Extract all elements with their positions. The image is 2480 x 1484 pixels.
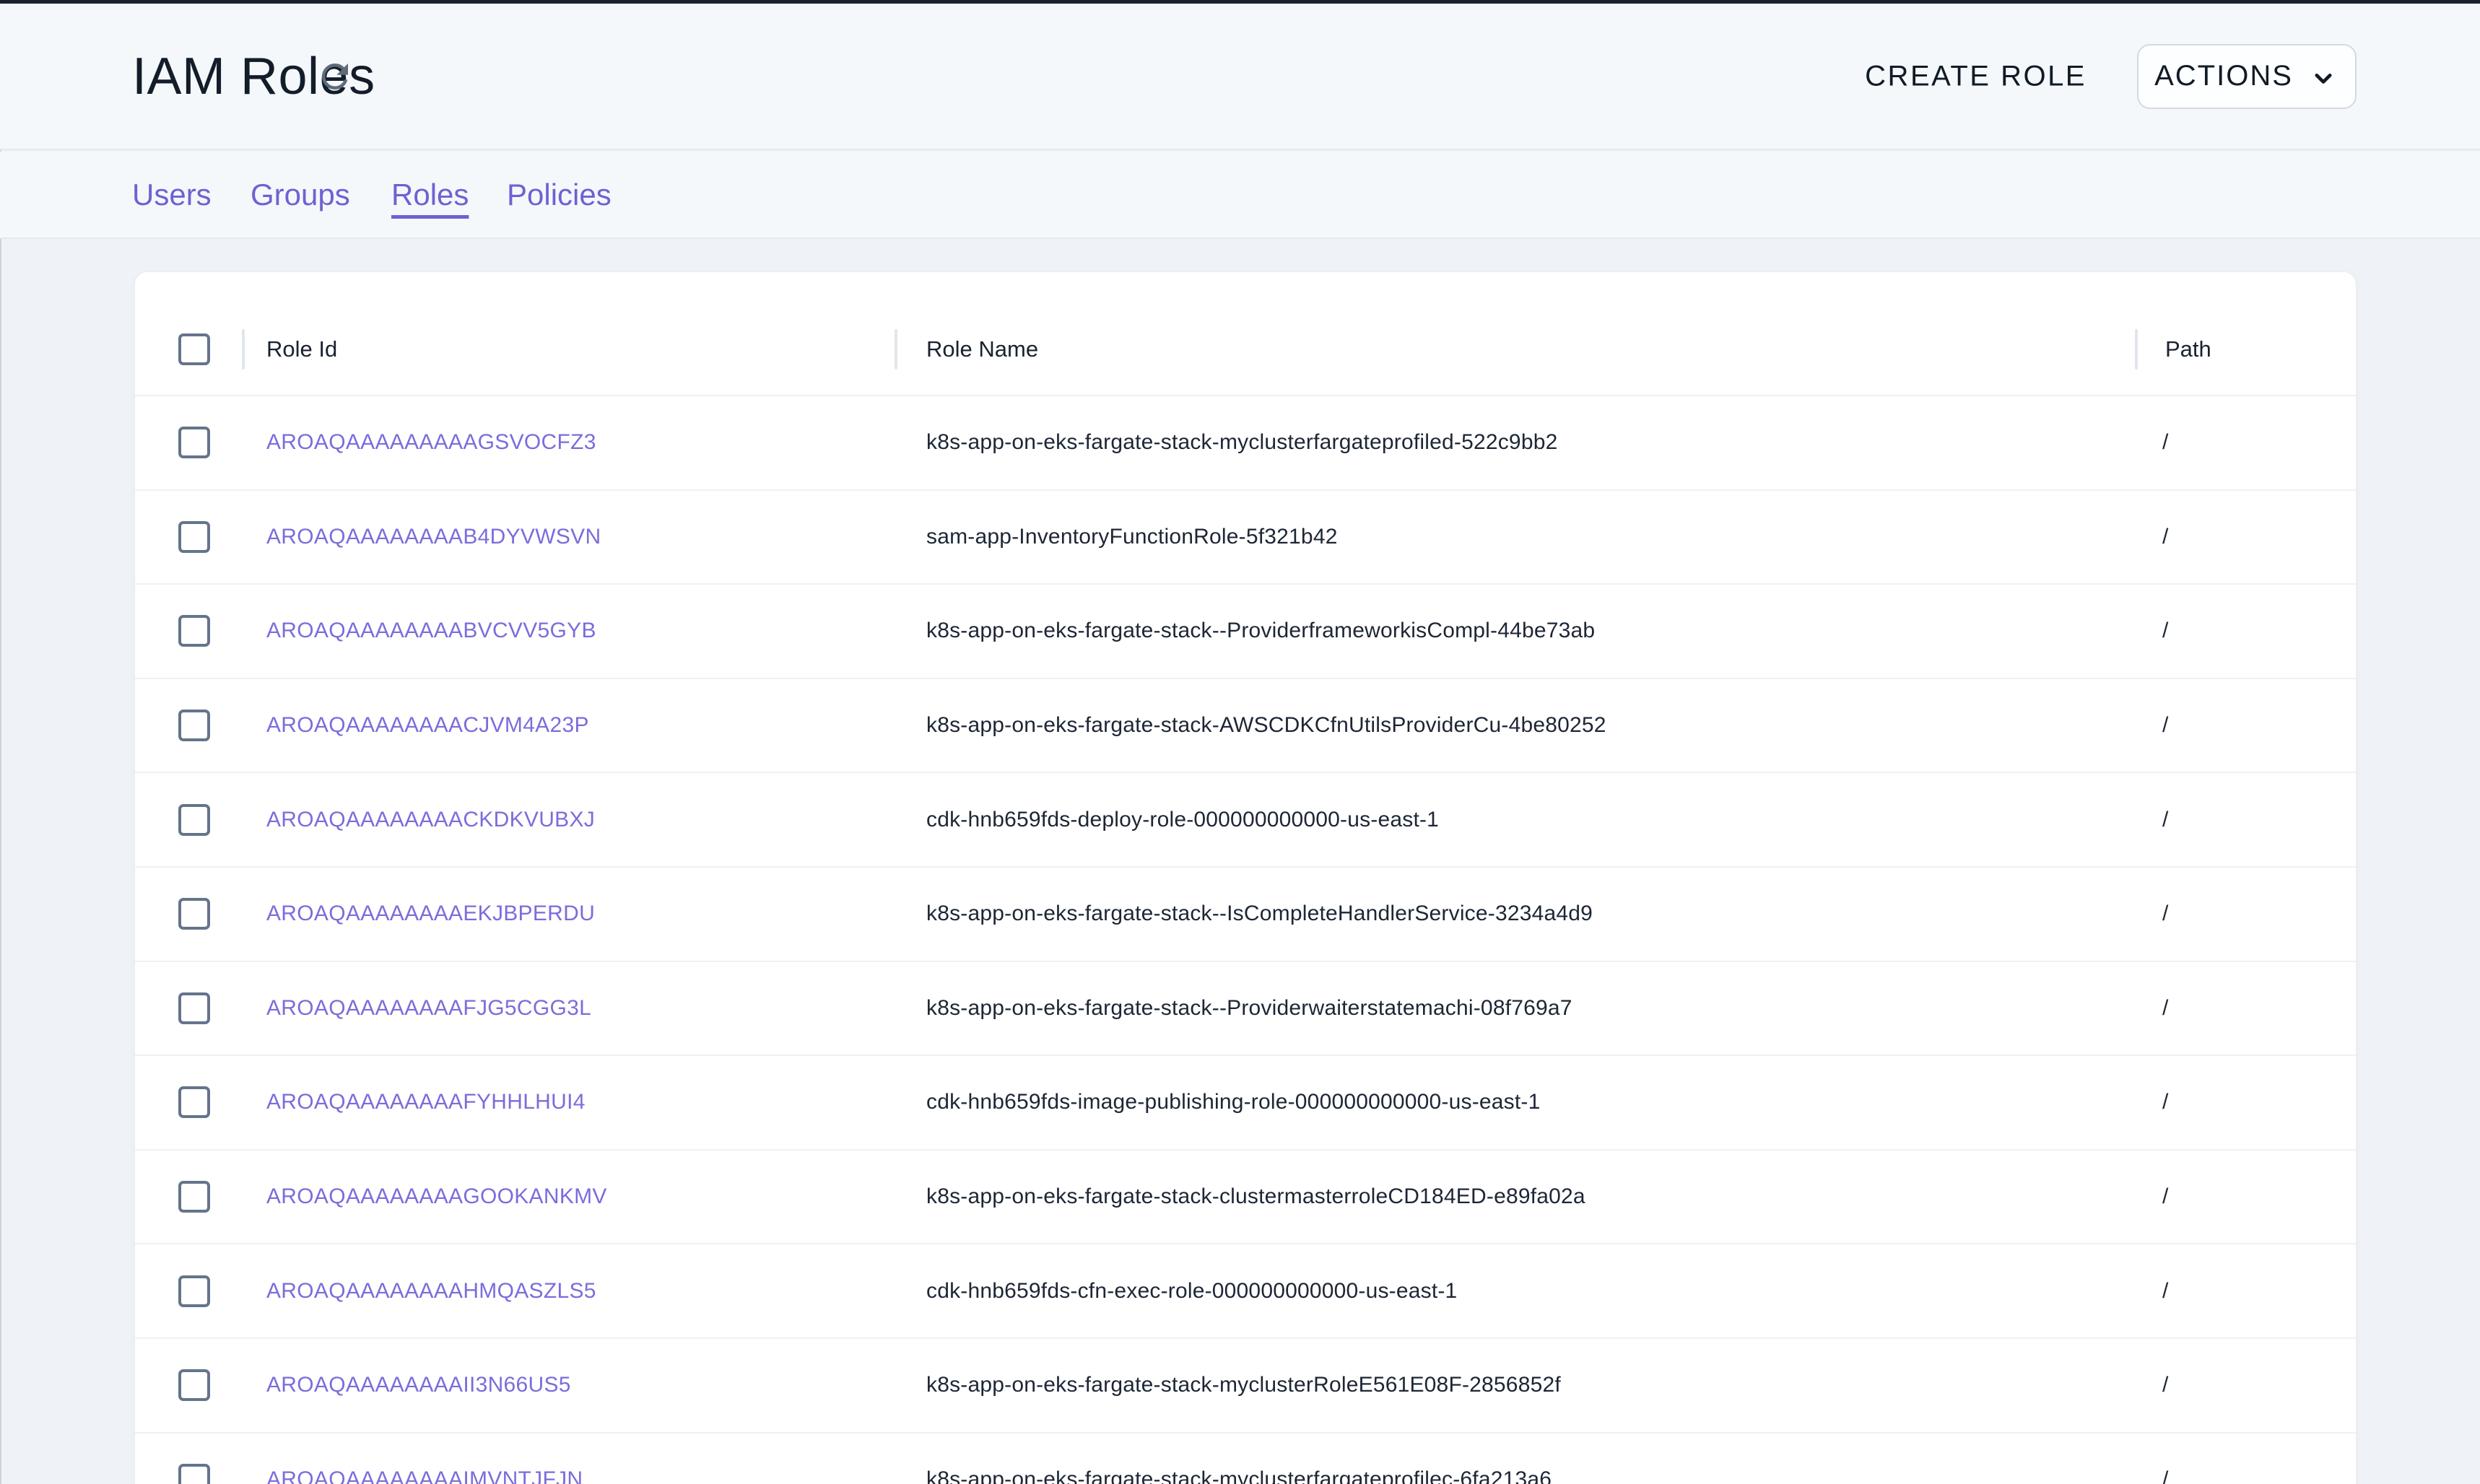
chevron-down-icon (2307, 59, 2339, 94)
refresh-icon (316, 57, 354, 96)
path-cell: / (2162, 1184, 2168, 1209)
actions-button-label: ACTIONS (2154, 60, 2293, 92)
role-id-link[interactable]: AROAQAAAAAAAAHMQASZLS5 (266, 1279, 596, 1304)
table-row: AROAQAAAAAAAAGOOKANKMV k8s-app-on-eks-fa… (135, 1151, 2356, 1245)
tab-policies[interactable]: Policies (507, 178, 612, 212)
path-cell: / (2162, 1090, 2168, 1114)
row-checkbox[interactable] (178, 521, 210, 553)
role-name-cell: k8s-app-on-eks-fargate-stack--IsComplete… (926, 902, 1593, 926)
path-cell: / (2162, 619, 2168, 643)
role-id-link[interactable]: AROAQAAAAAAAAII3N66US5 (266, 1373, 571, 1397)
path-cell: / (2162, 713, 2168, 738)
create-role-button[interactable]: CREATE ROLE (1865, 60, 2087, 92)
table-header-row: Role Id Role Name Path (135, 304, 2356, 396)
role-id-link[interactable]: AROAQAAAAAAAAGOOKANKMV (266, 1184, 607, 1209)
row-checkbox[interactable] (178, 1086, 210, 1118)
role-name-cell: cdk-hnb659fds-image-publishing-role-0000… (926, 1090, 1540, 1114)
roles-table-card: Role Id Role Name Path AROAQAAAAAAAAAGSV… (134, 271, 2357, 1484)
table-row: AROAQAAAAAAAABVCVV5GYB k8s-app-on-eks-fa… (135, 585, 2356, 679)
column-resize-handle[interactable] (2135, 329, 2138, 370)
role-id-link[interactable]: AROAQAAAAAAAAFYHHLHUI4 (266, 1090, 586, 1114)
table-row: AROAQAAAAAAAAB4DYVWSVN sam-app-Inventory… (135, 491, 2356, 585)
row-checkbox[interactable] (178, 804, 210, 836)
path-cell: / (2162, 525, 2168, 549)
table-row: AROAQAAAAAAAACJVM4A23P k8s-app-on-eks-fa… (135, 679, 2356, 774)
role-name-cell: k8s-app-on-eks-fargate-stack-myclusterfa… (926, 430, 1557, 455)
role-name-cell: k8s-app-on-eks-fargate-stack-myclusterfa… (926, 1467, 1552, 1484)
column-resize-handle[interactable] (895, 329, 897, 370)
select-all-checkbox[interactable] (178, 333, 210, 365)
column-header-path[interactable]: Path (2165, 336, 2211, 362)
row-checkbox[interactable] (178, 1369, 210, 1401)
role-name-cell: sam-app-InventoryFunctionRole-5f321b42 (926, 525, 1338, 549)
column-header-role-id[interactable]: Role Id (266, 336, 337, 362)
role-name-cell: k8s-app-on-eks-fargate-stack-clustermast… (926, 1184, 1585, 1209)
path-cell: / (2162, 996, 2168, 1021)
row-checkbox[interactable] (178, 615, 210, 647)
row-checkbox[interactable] (178, 1275, 210, 1307)
tab-groups[interactable]: Groups (251, 178, 350, 212)
row-checkbox[interactable] (178, 427, 210, 458)
table-rows: AROAQAAAAAAAAAGSVOCFZ3 k8s-app-on-eks-fa… (135, 396, 2356, 1484)
table-row: AROAQAAAAAAAAFJG5CGG3L k8s-app-on-eks-fa… (135, 962, 2356, 1057)
table-row: AROAQAAAAAAAAEKJBPERDU k8s-app-on-eks-fa… (135, 868, 2356, 962)
path-cell: / (2162, 1279, 2168, 1304)
role-name-cell: k8s-app-on-eks-fargate-stack--Providerwa… (926, 996, 1572, 1021)
role-id-link[interactable]: AROAQAAAAAAAAB4DYVWSVN (266, 525, 601, 549)
table-row: AROAQAAAAAAAACKDKVUBXJ cdk-hnb659fds-dep… (135, 773, 2356, 868)
table-row: AROAQAAAAAAAAHMQASZLS5 cdk-hnb659fds-cfn… (135, 1244, 2356, 1339)
column-header-role-name[interactable]: Role Name (926, 336, 1038, 362)
path-cell: / (2162, 902, 2168, 926)
role-name-cell: k8s-app-on-eks-fargate-stack--Providerfr… (926, 619, 1595, 643)
role-id-link[interactable]: AROAQAAAAAAAAAGSVOCFZ3 (266, 430, 596, 455)
role-name-cell: k8s-app-on-eks-fargate-stack-myclusterRo… (926, 1373, 1561, 1397)
tab-roles[interactable]: Roles (391, 178, 469, 212)
path-cell: / (2162, 1373, 2168, 1397)
table-row: AROAQAAAAAAAAAGSVOCFZ3 k8s-app-on-eks-fa… (135, 396, 2356, 491)
actions-button[interactable]: ACTIONS (2137, 44, 2357, 109)
row-checkbox[interactable] (178, 1464, 210, 1484)
iam-tabs: Users Groups Roles Policies (0, 152, 2480, 239)
table-row: AROAQAAAAAAAAIMVNTJFJN k8s-app-on-eks-fa… (135, 1433, 2356, 1484)
role-name-cell: cdk-hnb659fds-cfn-exec-role-000000000000… (926, 1279, 1457, 1304)
row-checkbox[interactable] (178, 1181, 210, 1213)
row-checkbox[interactable] (178, 710, 210, 741)
role-id-link[interactable]: AROAQAAAAAAAACKDKVUBXJ (266, 808, 595, 832)
role-id-link[interactable]: AROAQAAAAAAAAIMVNTJFJN (266, 1467, 583, 1484)
path-cell: / (2162, 430, 2168, 455)
page-header: IAM Roles CREATE ROLE ACTIONS (0, 4, 2480, 150)
path-cell: / (2162, 1467, 2168, 1484)
table-row: AROAQAAAAAAAAII3N66US5 k8s-app-on-eks-fa… (135, 1339, 2356, 1433)
row-checkbox[interactable] (178, 992, 210, 1024)
refresh-button[interactable] (312, 53, 358, 100)
role-name-cell: k8s-app-on-eks-fargate-stack-AWSCDKCfnUt… (926, 713, 1606, 738)
role-id-link[interactable]: AROAQAAAAAAAAEKJBPERDU (266, 902, 595, 926)
role-name-cell: cdk-hnb659fds-deploy-role-000000000000-u… (926, 808, 1439, 832)
role-id-link[interactable]: AROAQAAAAAAAACJVM4A23P (266, 713, 589, 738)
role-id-link[interactable]: AROAQAAAAAAAABVCVV5GYB (266, 619, 596, 643)
row-checkbox[interactable] (178, 898, 210, 930)
role-id-link[interactable]: AROAQAAAAAAAAFJG5CGG3L (266, 996, 591, 1021)
column-resize-handle[interactable] (242, 329, 245, 370)
path-cell: / (2162, 808, 2168, 832)
tab-users[interactable]: Users (132, 178, 212, 212)
table-row: AROAQAAAAAAAAFYHHLHUI4 cdk-hnb659fds-ima… (135, 1056, 2356, 1151)
